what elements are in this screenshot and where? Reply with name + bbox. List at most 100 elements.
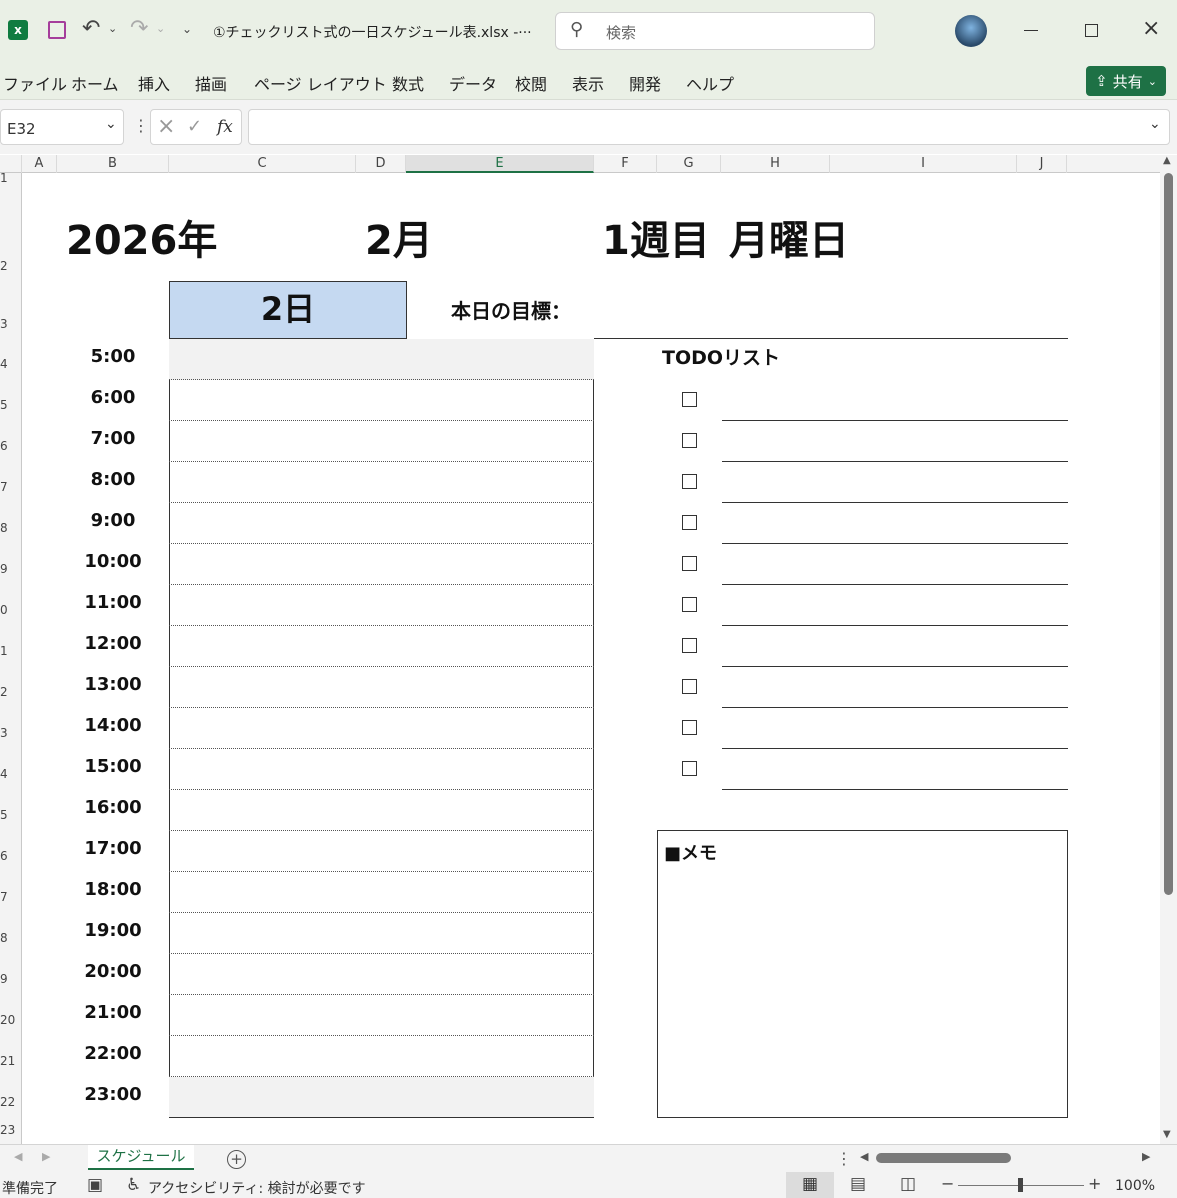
row-header[interactable]: 1 — [0, 644, 21, 658]
todo-line[interactable] — [722, 666, 1068, 667]
schedule-slot[interactable] — [169, 1036, 594, 1077]
tab-view[interactable]: 表示 — [572, 71, 604, 95]
todo-checkbox[interactable] — [682, 515, 697, 530]
tab-formulas[interactable]: 数式 — [392, 71, 424, 95]
page-break-view-icon[interactable]: ◫ — [900, 1174, 916, 1194]
normal-view-icon[interactable]: ▦ — [786, 1172, 834, 1198]
zoom-level[interactable]: 100% — [1115, 1178, 1155, 1194]
row-header[interactable]: 9 — [0, 562, 21, 576]
expand-formula-icon[interactable]: ⌄ — [1149, 116, 1161, 132]
row-header[interactable]: 23 — [0, 1123, 21, 1137]
time-label[interactable]: 19:00 — [58, 920, 168, 941]
todo-line[interactable] — [722, 625, 1068, 626]
time-label[interactable]: 13:00 — [58, 674, 168, 695]
time-label[interactable]: 17:00 — [58, 838, 168, 859]
todo-checkbox[interactable] — [682, 638, 697, 653]
zoom-in-icon[interactable]: + — [1088, 1174, 1101, 1193]
time-label[interactable]: 16:00 — [58, 797, 168, 818]
column-header-c[interactable]: C — [169, 155, 356, 173]
schedule-slot[interactable] — [169, 790, 594, 831]
todo-checkbox[interactable] — [682, 597, 697, 612]
insert-function-icon[interactable]: fx — [217, 117, 233, 137]
redo-icon[interactable]: ↷ — [130, 16, 148, 41]
todo-title[interactable]: TODOリスト — [662, 343, 780, 370]
accessibility-icon[interactable]: ♿ — [126, 1175, 141, 1195]
column-header-j[interactable]: J — [1017, 155, 1067, 173]
tab-home[interactable]: ホーム — [71, 71, 119, 95]
todo-checkbox[interactable] — [682, 679, 697, 694]
goal-label[interactable]: 本日の目標： — [451, 295, 571, 324]
todo-line[interactable] — [722, 707, 1068, 708]
macro-record-icon[interactable]: ▣ — [87, 1175, 103, 1195]
scroll-up-icon[interactable]: ▲ — [1163, 155, 1171, 166]
row-header[interactable]: 6 — [0, 849, 21, 863]
row-header[interactable]: 8 — [0, 521, 21, 535]
schedule-slot[interactable] — [169, 831, 594, 872]
hscroll-left-icon[interactable]: ◀ — [860, 1150, 868, 1163]
time-label[interactable]: 10:00 — [58, 551, 168, 572]
schedule-slot[interactable] — [169, 380, 594, 421]
customize-toolbar-icon[interactable]: ⌄ — [182, 22, 192, 36]
time-label[interactable]: 12:00 — [58, 633, 168, 654]
row-header[interactable]: 4 — [0, 767, 21, 781]
schedule-slot[interactable] — [169, 667, 594, 708]
redo-dropdown-icon[interactable]: ⌄ — [156, 22, 165, 35]
schedule-slot[interactable] — [169, 995, 594, 1036]
row-header[interactable]: 9 — [0, 972, 21, 986]
maximize-icon[interactable] — [1085, 24, 1098, 37]
hscroll-right-icon[interactable]: ▶ — [1142, 1150, 1150, 1163]
cancel-icon[interactable]: × — [157, 114, 175, 139]
weekday-cell[interactable]: 月曜日 — [729, 208, 849, 266]
sheet-tab-schedule[interactable]: スケジュール — [88, 1145, 194, 1170]
more-options-icon[interactable]: ⋮ — [836, 1149, 852, 1168]
tab-scroll-right-icon[interactable]: ▶ — [42, 1150, 50, 1163]
save-icon[interactable] — [48, 21, 66, 39]
chevron-down-icon[interactable]: ⌄ — [105, 116, 117, 132]
schedule-slot[interactable] — [169, 1077, 594, 1117]
time-label[interactable]: 23:00 — [58, 1084, 168, 1105]
time-label[interactable]: 7:00 — [58, 428, 168, 449]
row-header[interactable]: 0 — [0, 603, 21, 617]
formula-input[interactable]: ⌄ — [248, 109, 1170, 145]
time-label[interactable]: 8:00 — [58, 469, 168, 490]
more-options-icon[interactable]: ⋮ — [133, 116, 149, 135]
row-header[interactable]: 4 — [0, 357, 21, 371]
row-header[interactable]: 5 — [0, 398, 21, 412]
column-header-b[interactable]: B — [57, 155, 169, 173]
accessibility-status[interactable]: アクセシビリティ: 検討が必要です — [148, 1178, 366, 1198]
column-header-g[interactable]: G — [657, 155, 721, 173]
memo-box[interactable]: ■メモ — [657, 830, 1068, 1118]
schedule-slot[interactable] — [169, 421, 594, 462]
tab-review[interactable]: 校閲 — [515, 71, 547, 95]
zoom-slider-thumb[interactable] — [1018, 1178, 1023, 1192]
column-header-a[interactable]: A — [22, 155, 57, 173]
tab-scroll-left-icon[interactable]: ◀ — [14, 1150, 22, 1163]
row-header[interactable]: 5 — [0, 808, 21, 822]
row-header[interactable]: 8 — [0, 931, 21, 945]
undo-icon[interactable]: ↶ — [82, 16, 100, 41]
todo-checkbox[interactable] — [682, 720, 697, 735]
time-label[interactable]: 9:00 — [58, 510, 168, 531]
todo-line[interactable] — [722, 461, 1068, 462]
schedule-slot[interactable] — [169, 585, 594, 626]
row-header[interactable]: 6 — [0, 439, 21, 453]
week-cell[interactable]: 1週目 — [602, 208, 710, 266]
add-sheet-icon[interactable]: + — [227, 1150, 246, 1169]
column-header-i[interactable]: I — [830, 155, 1017, 173]
search-box[interactable]: ⚲ 検索 — [555, 12, 875, 50]
todo-checkbox[interactable] — [682, 761, 697, 776]
time-label[interactable]: 20:00 — [58, 961, 168, 982]
todo-line[interactable] — [722, 584, 1068, 585]
avatar[interactable] — [955, 15, 987, 47]
name-box[interactable]: E32 ⌄ — [0, 109, 124, 145]
column-header-h[interactable]: H — [721, 155, 830, 173]
undo-dropdown-icon[interactable]: ⌄ — [108, 22, 117, 35]
time-label[interactable]: 14:00 — [58, 715, 168, 736]
enter-icon[interactable]: ✓ — [187, 116, 202, 137]
year-cell[interactable]: 2026年 — [66, 208, 217, 266]
todo-line[interactable] — [722, 502, 1068, 503]
time-label[interactable]: 21:00 — [58, 1002, 168, 1023]
todo-checkbox[interactable] — [682, 556, 697, 571]
vertical-scroll-thumb[interactable] — [1164, 173, 1173, 895]
minimize-icon[interactable] — [1024, 30, 1038, 31]
